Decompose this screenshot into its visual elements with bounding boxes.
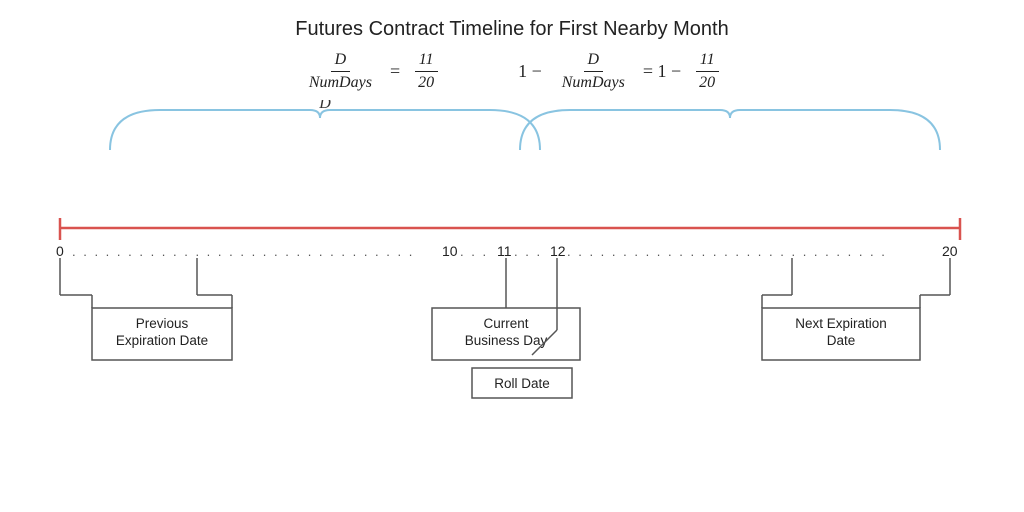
- svg-text:. . . . . . . . . . . . . . .: . . . . . . . . . . . . . . . . . . . . …: [72, 244, 414, 259]
- right-fraction-denominator: NumDays: [558, 72, 629, 92]
- left-fraction-denominator: NumDays: [305, 72, 376, 92]
- right-fraction: D NumDays: [558, 51, 629, 92]
- formula-right: 1 − D NumDays = 1 − 11 20: [518, 51, 719, 92]
- formula-row: D NumDays = 11 20 1 − D NumDays = 1 − 11…: [30, 51, 994, 92]
- left-value-den: 20: [414, 72, 438, 92]
- svg-text:Date: Date: [827, 333, 856, 348]
- braces-area: D: [30, 100, 994, 155]
- svg-text:Next Expiration: Next Expiration: [795, 316, 887, 331]
- left-fraction: D NumDays: [305, 51, 376, 92]
- right-value-num: 11: [696, 51, 719, 72]
- left-value-fraction: 11 20: [414, 51, 438, 92]
- svg-text:Roll Date: Roll Date: [494, 376, 550, 391]
- svg-text:Previous: Previous: [136, 316, 189, 331]
- right-value-fraction: 11 20: [695, 51, 719, 92]
- svg-text:10: 10: [442, 243, 458, 259]
- svg-text:. . .: . . .: [460, 244, 488, 259]
- svg-text:. . . . . . . . . . . . . . .: . . . . . . . . . . . . . . . . . . . . …: [567, 244, 887, 259]
- right-fraction-numerator: D: [584, 51, 604, 72]
- formula-left: D NumDays = 11 20: [305, 51, 438, 92]
- left-equals: =: [390, 61, 400, 82]
- svg-text:Business Day: Business Day: [465, 333, 548, 348]
- svg-text:20: 20: [942, 243, 958, 259]
- svg-text:Current: Current: [483, 316, 528, 331]
- svg-text:11: 11: [497, 243, 512, 259]
- timeline-svg: 0 . . . . . . . . . . . . . . . . . . . …: [42, 200, 982, 410]
- svg-text:D: D: [318, 100, 331, 112]
- svg-text:Expiration Date: Expiration Date: [116, 333, 208, 348]
- svg-text:0: 0: [56, 243, 64, 259]
- right-equals: = 1 −: [643, 61, 681, 82]
- page-title: Futures Contract Timeline for First Near…: [30, 18, 994, 41]
- svg-text:12: 12: [550, 243, 566, 259]
- left-value-num: 11: [415, 51, 438, 72]
- left-fraction-numerator: D: [331, 51, 351, 72]
- braces-svg: D: [30, 100, 994, 155]
- main-container: Futures Contract Timeline for First Near…: [0, 0, 1024, 512]
- svg-text:. . .: . . .: [514, 244, 542, 259]
- right-prefix: 1 −: [518, 61, 542, 82]
- right-value-den: 20: [695, 72, 719, 92]
